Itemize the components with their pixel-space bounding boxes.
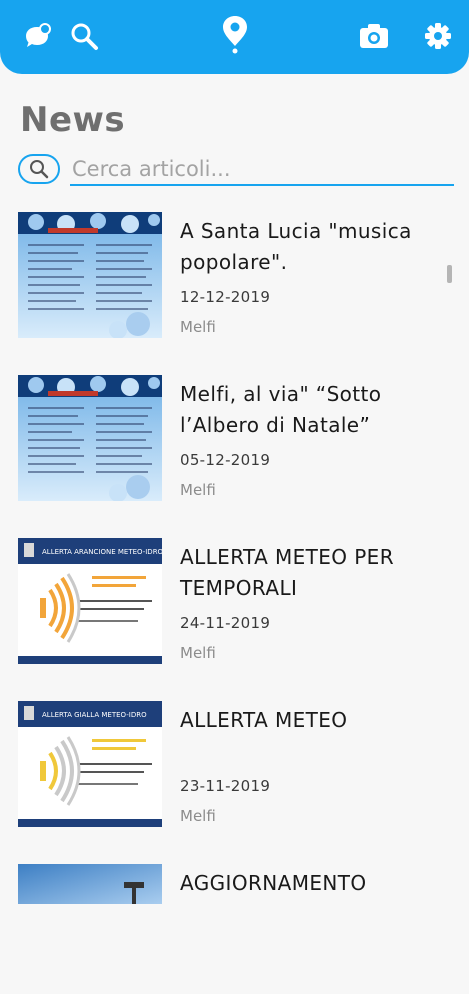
article-place: Melfi bbox=[180, 644, 216, 662]
article-thumbnail bbox=[18, 375, 162, 501]
article-thumbnail: ALLERTA GIALLA METEO-IDRO bbox=[18, 701, 162, 827]
article-thumbnail: ALLERTA ARANCIONE METEO-IDRO bbox=[18, 538, 162, 664]
article-title: ALLERTA METEO bbox=[180, 708, 348, 732]
article-date: 24-11-2019 bbox=[180, 614, 271, 632]
magnifier-icon bbox=[30, 160, 49, 179]
search-icon[interactable] bbox=[66, 18, 102, 54]
article-place: Melfi bbox=[180, 481, 216, 499]
article-place: Melfi bbox=[180, 807, 216, 825]
article-title: ALLERTA METEO PER TEMPORALI bbox=[180, 545, 394, 600]
article-item[interactable]: AGGIORNAMENTO bbox=[0, 864, 469, 994]
article-date: 23-11-2019 bbox=[180, 777, 271, 795]
search-bar bbox=[18, 154, 454, 188]
location-pin-icon[interactable] bbox=[217, 16, 253, 54]
search-input[interactable] bbox=[70, 154, 454, 186]
scrollbar[interactable] bbox=[447, 265, 452, 283]
svg-text:ALLERTA GIALLA METEO-IDRO: ALLERTA GIALLA METEO-IDRO bbox=[42, 711, 147, 719]
camera-icon[interactable] bbox=[356, 18, 392, 54]
article-place: Melfi bbox=[180, 318, 216, 336]
article-thumbnail bbox=[18, 212, 162, 338]
page-title: News bbox=[20, 100, 126, 140]
article-thumbnail bbox=[18, 864, 162, 904]
article-title: AGGIORNAMENTO bbox=[180, 871, 367, 895]
article-item[interactable]: ALLERTA GIALLA METEO-IDRO ALLERTA METEO … bbox=[0, 701, 469, 831]
article-date: 12-12-2019 bbox=[180, 288, 271, 306]
article-date: 05-12-2019 bbox=[180, 451, 271, 469]
article-item[interactable]: Melfi, al via" “Sotto l’Albero di Natale… bbox=[0, 375, 469, 505]
search-button[interactable] bbox=[18, 154, 60, 184]
article-item[interactable]: ALLERTA ARANCIONE METEO-IDRO ALLERTA MET… bbox=[0, 538, 469, 668]
svg-text:ALLERTA ARANCIONE METEO-IDRO: ALLERTA ARANCIONE METEO-IDRO bbox=[42, 548, 162, 556]
top-app-bar bbox=[0, 0, 469, 74]
article-item[interactable]: A Santa Lucia "musica popolare". 12-12-2… bbox=[0, 212, 469, 342]
chat-icon[interactable] bbox=[20, 18, 56, 54]
article-title: Melfi, al via" “Sotto l’Albero di Natale… bbox=[180, 382, 382, 437]
article-title: A Santa Lucia "musica popolare". bbox=[180, 219, 412, 274]
gear-icon[interactable] bbox=[420, 18, 456, 54]
